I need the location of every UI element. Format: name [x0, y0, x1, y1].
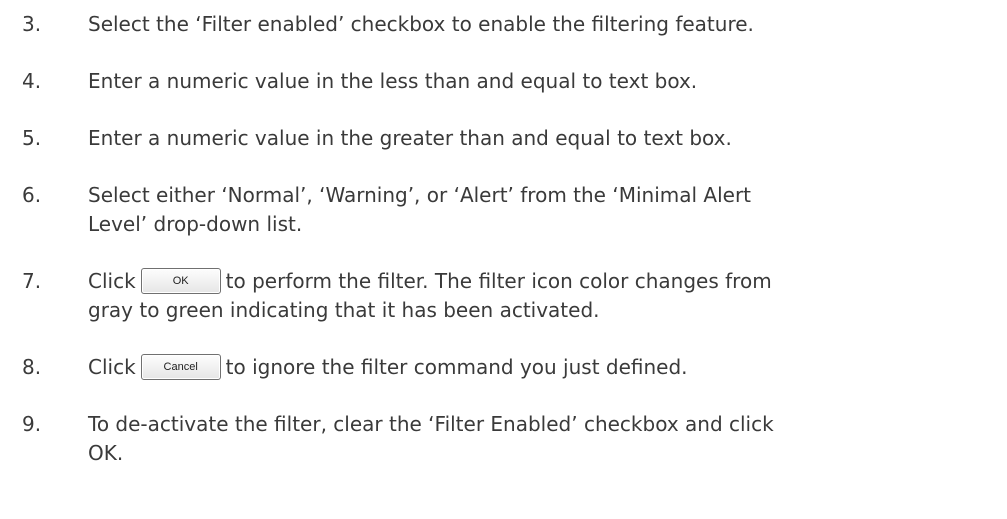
step-text-line-1: Click OK to perform the filter. The filter…: [88, 267, 998, 296]
step-text: Enter a numeric value in the greater tha…: [88, 126, 732, 150]
step-text-pre: Click: [88, 269, 136, 293]
step-number: 7.: [22, 269, 42, 293]
step-text: Select either ‘Normal’, ‘Warning’, or ‘A…: [88, 181, 998, 239]
step-text: Select the ‘Filter enabled’ checkbox to …: [88, 12, 754, 36]
step-text-post: to ignore the filter command you just de…: [225, 355, 688, 379]
step-number: 5.: [22, 126, 42, 150]
step-text: Click Cancel to ignore the filter command …: [88, 353, 998, 382]
step-text-line-2: OK.: [88, 441, 124, 465]
step-text: Click OK to perform the filter. The filter…: [88, 267, 998, 325]
step-text-post: to perform the filter. The filter icon c…: [225, 269, 772, 293]
cancel-button[interactable]: Cancel: [140, 353, 221, 380]
step-text-line-1: To de-activate the filter, clear the ‘Fi…: [88, 412, 774, 436]
step-number: 9.: [22, 412, 42, 436]
step-number: 3.: [22, 12, 42, 36]
step-text-line-2: gray to green indicating that it has bee…: [88, 298, 600, 322]
step-text: Enter a numeric value in the less than a…: [88, 69, 698, 93]
step-number: 8.: [22, 355, 42, 379]
step-number: 6.: [22, 183, 42, 207]
step-text-pre: Click: [88, 355, 136, 379]
step-number: 4.: [22, 69, 42, 93]
step-text-line-2: Level’ drop-down list.: [88, 212, 303, 236]
step-text-line-1: Select either ‘Normal’, ‘Warning’, or ‘A…: [88, 183, 752, 207]
ok-button[interactable]: OK: [140, 267, 221, 294]
step-text: To de-activate the filter, clear the ‘Fi…: [88, 410, 998, 468]
